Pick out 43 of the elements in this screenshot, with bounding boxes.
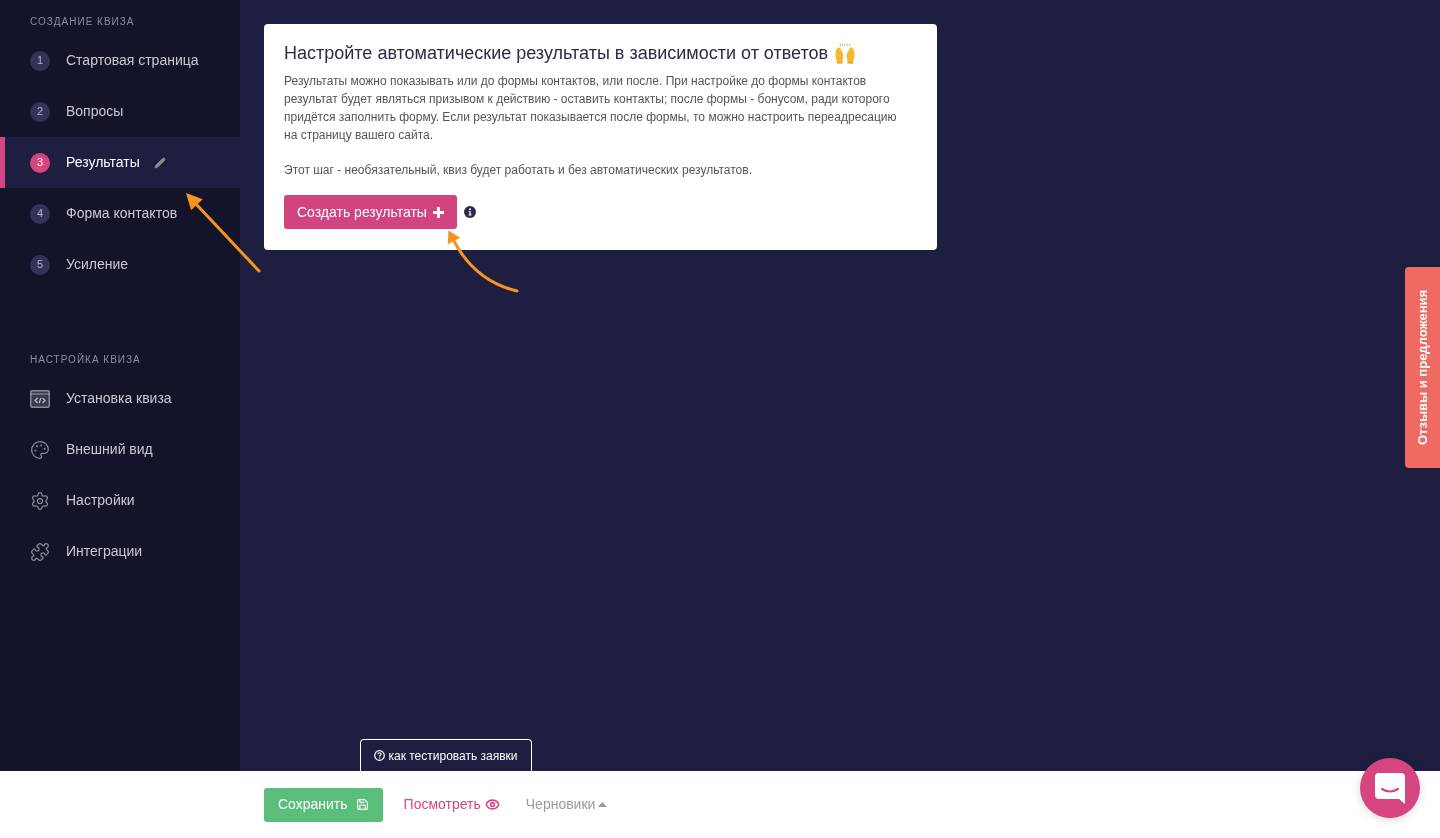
step-number: 3 xyxy=(30,152,50,173)
help-icon xyxy=(374,750,386,761)
eye-icon xyxy=(484,797,500,812)
sidebar-item-label: Стартовая страница xyxy=(66,51,199,70)
info-icon[interactable] xyxy=(463,206,476,218)
sidebar-item-label: Внешний вид xyxy=(66,440,153,459)
card-paragraph: Результаты можно показывать или до формы контактов, или после. При настройке до формы контактов результат будет являться призывом к действию - оставить контакты; после формы - бонусом, ради которого придётся заполнить форму. Если результат показывается после формы, то можно настроить переадресацию на страницу вашего сайта. xyxy=(284,73,898,144)
section-heading: СОЗДАНИЕ КВИЗА xyxy=(29,16,135,28)
step-number: 1 xyxy=(30,50,50,71)
sidebar-item[interactable]: 1 Стартовая страница xyxy=(0,35,240,86)
chat-bubble-icon xyxy=(1375,772,1405,804)
sidebar-item[interactable]: Внешний вид xyxy=(0,424,240,475)
sidebar-item-label: Установка квиза xyxy=(66,389,172,408)
settings-icon xyxy=(30,490,50,511)
puzzle-icon xyxy=(30,541,50,562)
help-tab[interactable]: как тестировать заявки xyxy=(360,739,532,771)
sidebar-item[interactable]: 5 Усиление xyxy=(0,239,240,290)
card-title: Настройте автоматические результаты в зависимости от ответов xyxy=(284,42,829,65)
code-window-icon xyxy=(30,389,50,408)
sidebar-item[interactable]: 4 Форма контактов xyxy=(0,188,240,239)
card-paragraph: Этот шаг - необязательный, квиз будет работать и без автоматических результатов. xyxy=(284,162,753,179)
sidebar-item[interactable]: 3 Результаты xyxy=(0,137,240,188)
caret-icon xyxy=(598,802,608,807)
sidebar-item-label: Форма контактов xyxy=(66,204,178,223)
create-results-button[interactable]: Создать результаты xyxy=(284,195,457,229)
section-heading: НАСТРОЙКА КВИЗА xyxy=(29,354,141,366)
sidebar-item[interactable]: Настройки xyxy=(0,475,240,526)
step-number: 5 xyxy=(30,254,50,275)
sidebar-item-label: Усиление xyxy=(66,255,129,274)
sidebar-item[interactable]: Установка квиза xyxy=(0,373,240,424)
step-number: 2 xyxy=(30,101,50,122)
sidebar-item[interactable]: Интеграции xyxy=(0,526,240,577)
sidebar-item-label: Интеграции xyxy=(66,542,143,561)
step-number: 4 xyxy=(30,203,50,224)
raised-hands-icon xyxy=(834,42,857,64)
pencil-icon[interactable] xyxy=(153,156,166,169)
sidebar-item-label: Вопросы xyxy=(66,102,124,121)
palette-icon xyxy=(30,439,50,460)
sidebar-item[interactable]: 2 Вопросы xyxy=(0,86,240,137)
plus-icon xyxy=(432,206,444,218)
preview-link[interactable]: Посмотреть xyxy=(403,794,500,815)
sidebar-item-label: Настройки xyxy=(66,491,135,510)
sidebar-item-label: Результаты xyxy=(66,153,140,172)
